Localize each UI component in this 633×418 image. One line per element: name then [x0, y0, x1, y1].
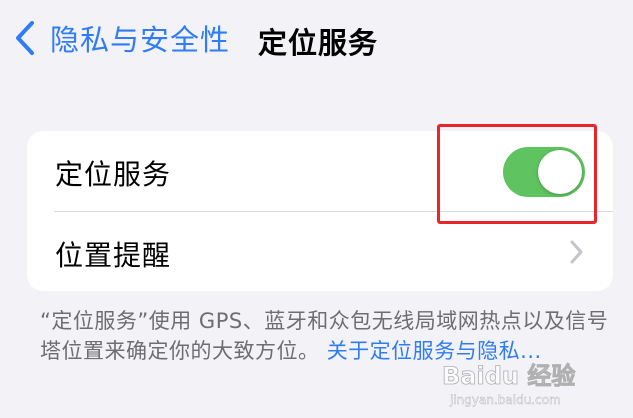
watermark-url: jingyan.baidu.com [449, 393, 561, 407]
location-alerts-label: 位置提醒 [55, 239, 172, 272]
location-services-label: 定位服务 [55, 158, 172, 191]
highlight-annotation [437, 124, 597, 224]
back-button[interactable]: 隐私与安全性 [12, 14, 230, 62]
chevron-left-icon [12, 18, 38, 58]
page-title: 定位服务 [258, 26, 379, 60]
watermark-logo-text: Baidu 经验 [442, 362, 575, 390]
back-label: 隐私与安全性 [50, 23, 231, 57]
navigation-bar: 隐私与安全性 定位服务 [0, 0, 633, 80]
baidu-watermark: Baidu 经验 jingyan.baidu.com [440, 352, 615, 412]
chevron-right-icon [567, 238, 585, 266]
